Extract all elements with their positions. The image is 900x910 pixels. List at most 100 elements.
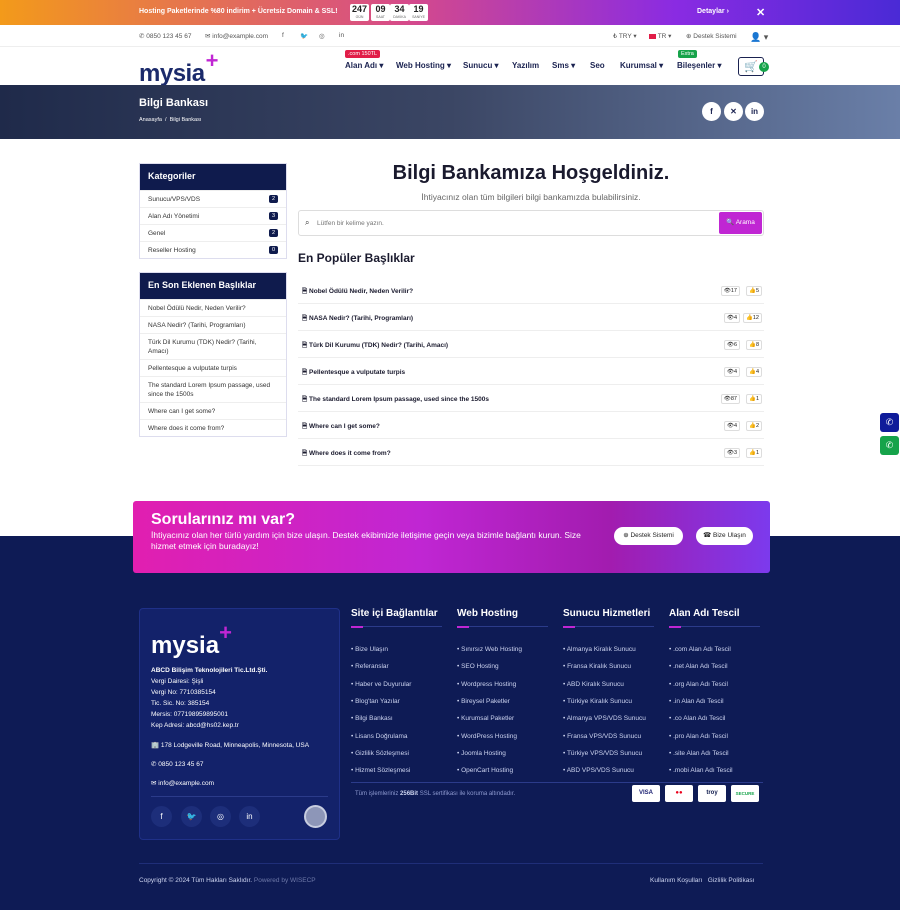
footer-linkedin-icon[interactable]: in [239,806,260,827]
footer-link[interactable]: • SEO Hosting [457,663,499,670]
category-item[interactable]: Alan Adı Yönetimi 3 [140,207,286,224]
page-title: Bilgi Bankası [139,97,209,109]
nav-web-hosting[interactable]: Web Hosting ▾ [396,61,451,70]
popular-item[interactable]: 🗎 Where can I get some? 👁4 👍2 [298,412,764,439]
contact-us-button[interactable]: ☎ Bize Ulaşın [696,527,753,545]
search-input[interactable] [317,216,707,231]
popular-item[interactable]: 🗎 Nobel Ödülü Nedir, Neden Verilir? 👁17 👍5 [298,277,764,304]
footer-link[interactable]: • .in Alan Adı Tescil [669,698,724,705]
footer-link[interactable]: • .pro Alan Adı Tescil [669,733,728,740]
divider [563,626,654,627]
nav-bilesenler[interactable]: Bileşenler ▾ [677,61,721,70]
twitter-icon[interactable]: 🐦 [300,32,308,40]
footer-link[interactable]: • Sınırsız Web Hosting [457,646,522,653]
footer-link[interactable]: • Fransa VPS/VDS Sunucu [563,733,641,740]
footer-bottom-links[interactable]: Kullanım Koşulları Gizlilik Politikası [650,877,754,884]
footer-link[interactable]: • Haber ve Duyurular [351,681,411,688]
search-icon: ⌕ [305,218,310,227]
footer-link[interactable]: • ABD VPS/VDS Sunucu [563,767,634,774]
search-button[interactable]: 🔍 Arama [719,212,762,234]
footer-link[interactable]: • ABD Kiralık Sunucu [563,681,624,688]
recent-box: En Son Eklenen Başlıklar Nobel Ödülü Ned… [139,272,287,437]
share-linkedin-icon[interactable]: in [745,102,764,121]
footer-link[interactable]: • Almanya Kiralık Sunucu [563,646,636,653]
category-item[interactable]: Reseller Hosting 0 [140,241,286,258]
nav-kurumsal[interactable]: Kurumsal ▾ [620,61,663,70]
footer-link[interactable]: • .co Alan Adı Tescil [669,715,725,722]
footer-link[interactable]: • Hizmet Sözleşmesi [351,767,410,774]
footer-link[interactable]: • .site Alan Adı Tescil [669,750,729,757]
recent-item[interactable]: NASA Nedir? (Tarihi, Programları) [140,316,286,333]
footer-twitter-icon[interactable]: 🐦 [181,806,202,827]
category-item[interactable]: Sunucu/VPS/VDS 2 [140,190,286,207]
footer-link[interactable]: • Blog'tan Yazılar [351,698,400,705]
share-facebook-icon[interactable]: f [702,102,721,121]
footer-link[interactable]: • Kurumsal Paketler [457,715,514,722]
footer-link[interactable]: • Referanslar [351,663,389,670]
email-link[interactable]: ✉ info@example.com [205,32,268,40]
page-banner [0,85,900,139]
footer-link[interactable]: • Türkiye Kiralık Sunucu [563,698,632,705]
language-select[interactable]: TR ▾ [649,32,671,40]
whatsapp-float-icon[interactable]: ✆ [880,436,899,455]
nav-alan-adi[interactable]: Alan Adı ▾ [345,61,383,70]
popular-item[interactable]: 🗎 Pellentesque a vulputate turpis 👁4 👍4 [298,358,764,385]
details-link[interactable]: Detaylar › [697,8,729,15]
recent-item[interactable]: The standard Lorem Ipsum passage, used s… [140,376,286,402]
support-link[interactable]: ⊕ Destek Sistemi [686,32,737,40]
recent-item[interactable]: Nobel Ödülü Nedir, Neden Verilir? [140,299,286,316]
footer-email[interactable]: ✉ info@example.com [151,779,214,787]
footer-instagram-icon[interactable]: ◎ [210,806,231,827]
footer-link[interactable]: • .net Alan Adı Tescil [669,663,728,670]
recent-item[interactable]: Pellentesque a vulputate turpis [140,359,286,376]
footer-phone[interactable]: ✆ 0850 123 45 67 [151,760,203,768]
recent-item[interactable]: Where can I get some? [140,402,286,419]
phone-link[interactable]: ✆ 0850 123 45 67 [139,32,191,40]
breadcrumb[interactable]: Anasayfa / Bilgi Bankası [139,117,201,123]
logo[interactable]: mysia+ [139,48,218,88]
footer-link[interactable]: • Joomla Hosting [457,750,506,757]
footer-logo[interactable]: mysia+ [151,620,232,660]
recent-item[interactable]: Where does it come from? [140,419,286,436]
user-icon[interactable]: 👤 ▾ [750,32,768,43]
currency-select[interactable]: ₺ TRY ▾ [613,32,637,40]
popular-item[interactable]: 🗎 Türk Dil Kurumu (TDK) Nedir? (Tarihi, … [298,331,764,358]
trust-seal-icon [304,805,327,828]
footer-link[interactable]: • Bilgi Bankası [351,715,393,722]
promo-text: Hosting Paketlerinde %80 indirim + Ücret… [139,8,338,15]
footer-link[interactable]: • OpenCart Hosting [457,767,513,774]
footer-link[interactable]: • .com Alan Adı Tescil [669,646,731,653]
nav-sunucu[interactable]: Sunucu ▾ [463,61,499,70]
close-icon[interactable]: ✕ [756,6,765,19]
footer-link[interactable]: • Gizlilik Sözleşmesi [351,750,409,757]
recent-item[interactable]: Türk Dil Kurumu (TDK) Nedir? (Tarihi, Am… [140,333,286,359]
footer-col-title: Web Hosting [457,608,518,619]
support-system-button[interactable]: ⊕ Destek Sistemi [614,527,683,545]
categories-box: Kategoriler Sunucu/VPS/VDS 2 Alan Adı Yön… [139,163,287,259]
recent-title: En Son Eklenen Başlıklar [140,273,286,299]
popular-item[interactable]: 🗎 The standard Lorem Ipsum passage, used… [298,385,764,412]
instagram-icon[interactable]: ◎ [319,32,325,40]
footer-facebook-icon[interactable]: f [151,806,172,827]
footer-link[interactable]: • Almanya VPS/VDS Sunucu [563,715,646,722]
nav-sms[interactable]: Sms ▾ [552,61,575,70]
footer-link[interactable]: • Türkiye VPS/VDS Sunucu [563,750,642,757]
footer-link[interactable]: • .mobi Alan Adı Tescil [669,767,733,774]
popular-item[interactable]: 🗎 Where does it come from? 👁3 👍1 [298,439,764,466]
footer-link[interactable]: • Lisans Doğrulama [351,733,407,740]
facebook-icon[interactable]: f [282,32,284,39]
footer-link[interactable]: • .org Alan Adı Tescil [669,681,728,688]
footer-link[interactable]: • Bize Ulaşın [351,646,388,653]
footer-link[interactable]: • Fransa Kiralık Sunucu [563,663,631,670]
divider [457,626,548,627]
popular-item[interactable]: 🗎 NASA Nedir? (Tarihi, Programları) 👁4 👍12 [298,304,764,331]
footer-link[interactable]: • WordPress Hosting [457,733,517,740]
footer-link[interactable]: • Bireysel Paketler [457,698,510,705]
phone-float-icon[interactable]: ✆ [880,413,899,432]
nav-yazilim[interactable]: Yazılım [512,61,539,70]
footer-link[interactable]: • Wordpress Hosting [457,681,516,688]
nav-seo[interactable]: Seo [590,61,605,70]
linkedin-icon[interactable]: in [339,32,344,39]
category-item[interactable]: Genel 2 [140,224,286,241]
share-x-icon[interactable]: ✕ [724,102,743,121]
